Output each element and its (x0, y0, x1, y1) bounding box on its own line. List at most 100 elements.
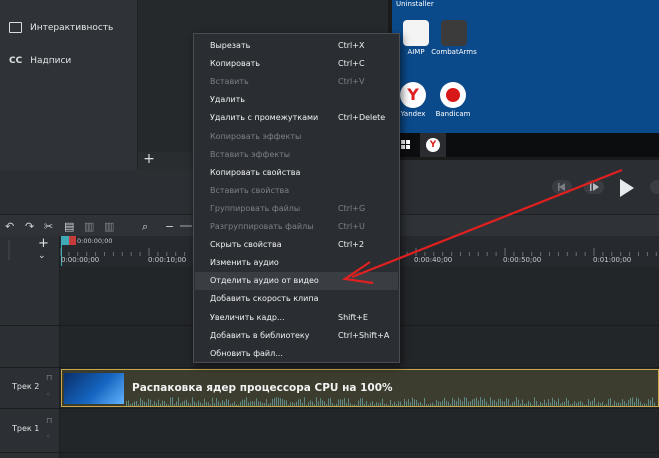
waveform-bar (204, 398, 205, 406)
waveform-bar (600, 403, 601, 406)
waveform-bar (360, 398, 361, 406)
waveform-bar (336, 403, 337, 406)
menu-item: Копировать эффекты (210, 131, 302, 141)
add-track-icon[interactable]: + (38, 236, 49, 251)
menu-item[interactable]: Скрыть свойства (210, 240, 282, 249)
add-media-button[interactable]: + (140, 152, 158, 168)
waveform-bar (592, 400, 593, 406)
next-button[interactable] (650, 180, 659, 194)
redo-icon[interactable]: ↷ (25, 220, 34, 233)
waveform-bar (338, 399, 339, 406)
zoom-icon[interactable]: ⌕ (142, 220, 148, 234)
copy-icon[interactable]: ▤ (64, 220, 74, 233)
waveform-bar (188, 402, 189, 406)
menu-item[interactable]: Добавить в библиотеку (210, 331, 310, 340)
waveform-bar (282, 399, 283, 406)
waveform-bar (572, 403, 573, 406)
menu-item[interactable]: Удалить (210, 95, 245, 104)
tool-interactivity[interactable]: Интерактивность (9, 22, 113, 33)
tick-label: 0:00:10;00 (148, 256, 187, 264)
waveform-bar (540, 401, 541, 406)
menu-item[interactable]: Удалить с промежутками (210, 113, 318, 122)
menu-item[interactable]: Отделить аудио от видео (210, 276, 319, 285)
waveform-bar (486, 401, 487, 406)
waveform-bar (610, 398, 611, 406)
track-height-slider[interactable] (8, 240, 10, 260)
waveform-bar (218, 401, 219, 406)
waveform-bar (386, 403, 387, 406)
menu-item-shortcut: Ctrl+V (338, 77, 365, 87)
menu-item[interactable]: Изменить аудио (210, 258, 279, 267)
taskbar-yandex-button[interactable]: Y (420, 133, 446, 157)
waveform-bar (152, 404, 153, 406)
step-forward-button[interactable] (584, 180, 604, 194)
waveform-bar (470, 401, 471, 406)
desktop-icon-bandicam[interactable]: Bandicam (429, 82, 477, 118)
waveform-bar (532, 404, 533, 406)
waveform-bar (324, 401, 325, 406)
menu-item-shortcut: Shift+E (338, 312, 368, 322)
step-back-button[interactable] (552, 180, 572, 194)
waveform-bar (482, 399, 483, 406)
tick-label: 0:00:00;00 (61, 256, 100, 264)
tool-captions-label: Надписи (30, 56, 72, 66)
waveform-bar (148, 398, 149, 406)
waveform-bar (424, 397, 425, 406)
waveform-bar (432, 402, 433, 406)
context-menu: Вырезать Ctrl+X Копировать Ctrl+C Вставить Ct… (193, 33, 400, 363)
playhead-out-marker[interactable] (69, 236, 76, 245)
tool-captions[interactable]: CC Надписи (9, 56, 71, 66)
waveform-bar (392, 404, 393, 406)
zoom-out-icon[interactable]: − (165, 220, 174, 233)
waveform-bar (290, 402, 291, 406)
waveform-bar (542, 403, 543, 406)
waveform-bar (566, 397, 567, 406)
cut-icon[interactable]: ✂ (44, 220, 53, 233)
waveform-bar (318, 401, 319, 406)
waveform-bar (126, 401, 127, 406)
visibility-icon[interactable]: ◦ (46, 432, 51, 441)
menu-item: Вставить (210, 77, 249, 87)
waveform-bar (494, 399, 495, 406)
playhead-marker[interactable] (61, 236, 69, 245)
waveform-bar (458, 397, 459, 406)
visibility-icon[interactable]: ◦ (46, 390, 51, 399)
waveform-bar (528, 400, 529, 406)
lock-icon[interactable]: ⊓ (46, 416, 52, 425)
undo-icon[interactable]: ↶ (5, 220, 14, 233)
menu-item[interactable]: Вырезать (210, 41, 250, 50)
waveform-bar (576, 402, 577, 406)
menu-item[interactable]: Добавить скорость клипа (210, 294, 319, 303)
waveform-bar (514, 401, 515, 406)
waveform-bar (222, 400, 223, 406)
menu-item[interactable]: Увеличить кадр... (210, 313, 285, 322)
waveform-bar (590, 401, 591, 406)
paste-icon[interactable]: ▥ (84, 220, 94, 233)
waveform-bar (536, 400, 537, 406)
yandex-icon: Y (426, 138, 440, 152)
chevron-down-icon[interactable]: ⌄ (38, 251, 46, 261)
track-2-label[interactable]: Трек 2 (12, 382, 39, 391)
waveform-bar (556, 401, 557, 406)
menu-item[interactable]: Копировать свойства (210, 168, 300, 177)
waveform-bar (612, 404, 613, 406)
track-1-label[interactable]: Трек 1 (12, 424, 39, 433)
desktop-icon-combatarms[interactable]: CombatArms (430, 20, 478, 56)
play-button[interactable] (612, 176, 640, 200)
waveform-bar (554, 400, 555, 406)
waveform-bar (408, 399, 409, 406)
waveform-bar (158, 399, 159, 406)
menu-item[interactable]: Обновить файл... (210, 349, 283, 358)
waveform-bar (234, 401, 235, 406)
waveform-bar (452, 397, 453, 406)
waveform-bar (358, 400, 359, 406)
waveform-bar (260, 401, 261, 406)
waveform-bar (314, 404, 315, 406)
menu-item[interactable]: Копировать (210, 59, 260, 68)
waveform-bar (394, 401, 395, 406)
waveform-bar (348, 398, 349, 406)
waveform-bar (502, 400, 503, 406)
lock-icon[interactable]: ⊓ (46, 373, 52, 382)
split-icon[interactable]: ▥ (104, 220, 114, 233)
zoom-slider[interactable] (180, 225, 192, 227)
